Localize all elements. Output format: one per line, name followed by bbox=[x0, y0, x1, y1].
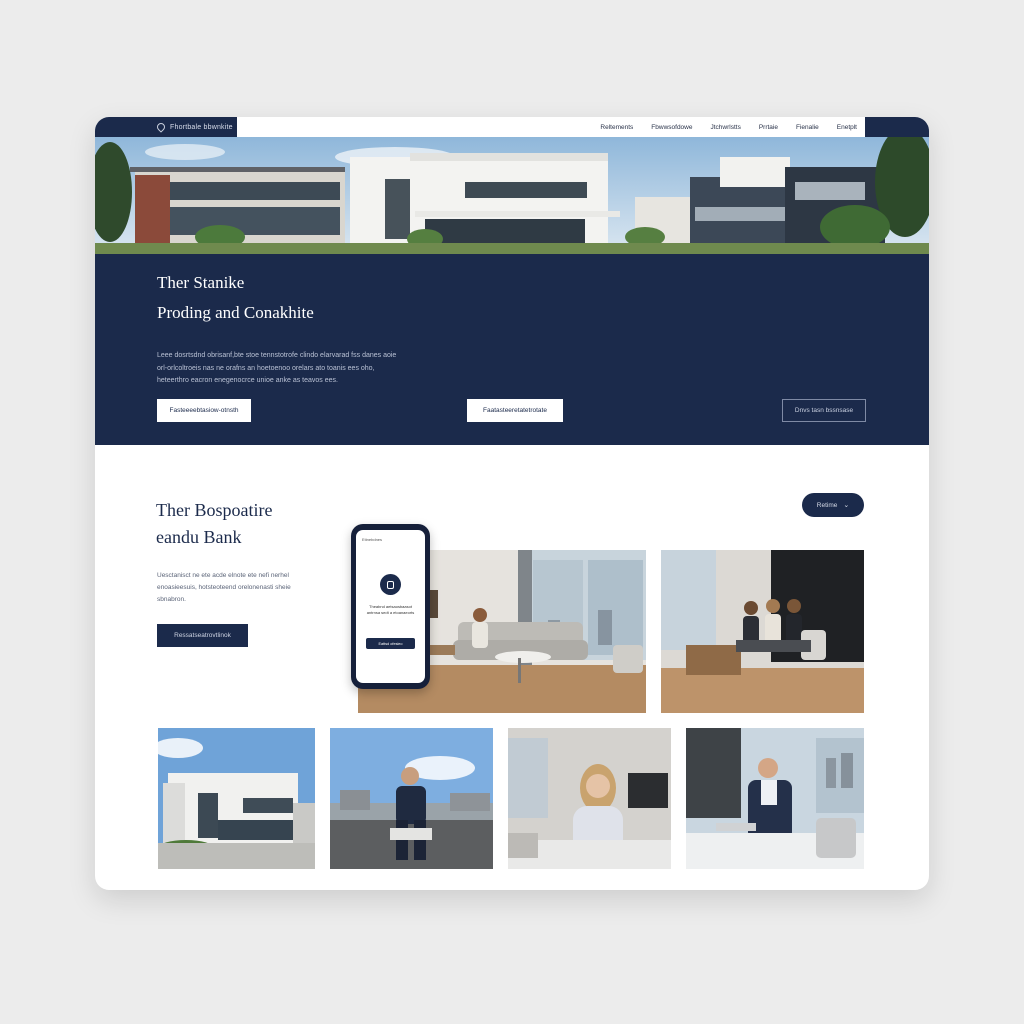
hero-title-line-2: Proding and Conakhite bbox=[157, 303, 314, 322]
phone-screen-button[interactable]: Eattsd ofesieo bbox=[366, 638, 415, 649]
nav-link-5[interactable]: Fienalie bbox=[796, 124, 819, 131]
hero-body-text: Leee dosrtsdnd obrisanf,bte stoe tennsto… bbox=[157, 352, 397, 384]
nav-corner-block bbox=[865, 117, 929, 137]
nav-links: Reltements Fbwwsofdowe Jtchwrlstts Prrta… bbox=[600, 117, 857, 137]
phone-screen: Etinebdnes Theabnd aetsaosbaasot antrnsa… bbox=[356, 530, 425, 683]
top-navigation: Fhortbale bbwnkite Reltements Fbwwsofdow… bbox=[95, 117, 929, 137]
office-meeting-photo bbox=[661, 550, 864, 713]
section-cta-button[interactable]: Ressatseatrovtlinok bbox=[157, 624, 248, 647]
chevron-down-icon: ⌄ bbox=[843, 502, 850, 509]
nav-link-2[interactable]: Fbwwsofdowe bbox=[651, 124, 692, 131]
pill-label: Retime bbox=[816, 501, 838, 509]
nav-link-1[interactable]: Reltements bbox=[600, 124, 633, 131]
logo-icon bbox=[155, 121, 167, 133]
website-mockup-card: Fhortbale bbwnkite Reltements Fbwwsofdow… bbox=[95, 117, 929, 890]
hero-primary-button[interactable]: Fasteeeebtasiow-otnsth bbox=[157, 399, 251, 422]
nav-link-4[interactable]: Prrtaie bbox=[759, 124, 778, 131]
hero-outline-button[interactable]: Dnvs tasn bssnsase bbox=[782, 399, 866, 422]
hero-title-line-1: Ther Stanike bbox=[157, 273, 245, 292]
section-title-line-1: Ther Bospoatire bbox=[156, 500, 273, 520]
logo-text: Fhortbale bbwnkite bbox=[170, 123, 233, 131]
nav-link-6[interactable]: Enetplt bbox=[837, 124, 857, 131]
hero-secondary-button[interactable]: Faatasteeretatetrotate bbox=[467, 399, 563, 422]
hero-panel: Ther Stanike Proding and Conakhite Leee … bbox=[95, 254, 929, 445]
building-exterior-photo bbox=[158, 728, 315, 869]
phone-screen-text: Theabnd aetsaosbaasot antrnsa sedt a eto… bbox=[366, 604, 415, 615]
businesswoman-portrait-photo bbox=[508, 728, 671, 869]
logo[interactable]: Fhortbale bbwnkite bbox=[95, 117, 237, 137]
section-title-line-2: eandu Bank bbox=[156, 527, 242, 547]
businessman-desk-photo bbox=[686, 728, 864, 869]
mobile-app-mockup: Etinebdnes Theabnd aetsaosbaasot antrnsa… bbox=[351, 524, 430, 689]
phone-app-icon bbox=[380, 574, 401, 595]
nav-link-3[interactable]: Jtchwrlstts bbox=[710, 124, 740, 131]
section-body-text: Uesctanisct ne ete acde elnote ete nefi … bbox=[157, 572, 291, 603]
businessman-outdoor-photo bbox=[330, 728, 493, 869]
phone-status-text: Etinebdnes bbox=[362, 537, 383, 542]
hero-building-photo bbox=[95, 137, 929, 254]
section-pill-button[interactable]: Retime ⌄ bbox=[802, 493, 864, 517]
